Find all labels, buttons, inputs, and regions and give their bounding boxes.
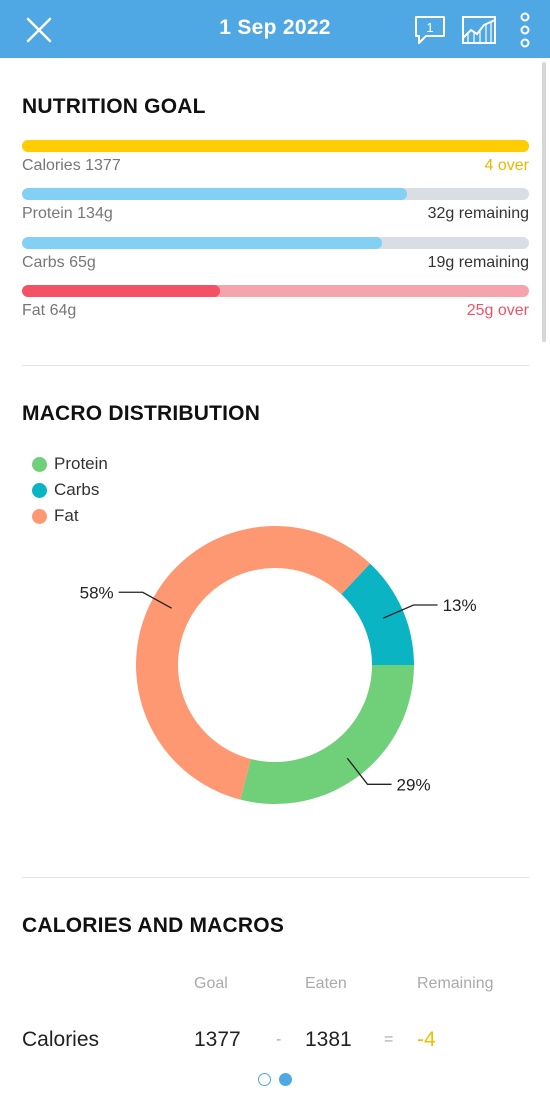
equals-operator: = <box>384 1031 394 1048</box>
data-label-protein: 29% <box>397 775 431 794</box>
legend-item-protein: Protein <box>32 451 108 477</box>
protein-bar-track <box>22 188 529 200</box>
chart-icon[interactable] <box>460 14 498 46</box>
legend-swatch-protein <box>32 456 47 472</box>
slice-protein <box>240 665 414 804</box>
calories-bar-fill <box>22 140 529 152</box>
goal-label: Carbs 65g <box>22 254 96 271</box>
calories-bar-track <box>22 140 529 152</box>
scrollbar[interactable] <box>542 62 546 342</box>
comment-count: 1 <box>426 20 433 35</box>
goal-status: 25g over <box>466 302 529 319</box>
column-header-remaining: Remaining <box>417 975 494 992</box>
data-label-fat: 58% <box>80 583 114 602</box>
more-icon[interactable] <box>514 12 536 48</box>
goal-label: Protein 134g <box>22 205 113 222</box>
calories-remaining-value: -4 <box>417 1028 436 1051</box>
chart-legend: Protein Carbs Fat <box>32 451 108 529</box>
carbs-bar-track <box>22 237 529 249</box>
calories-macros-title: CALORIES AND MACROS <box>22 914 285 937</box>
fat-bar-fill <box>22 285 220 297</box>
page-indicator <box>258 1073 300 1086</box>
carbs-bar-fill <box>22 237 382 249</box>
divider <box>22 877 529 878</box>
page-dot-1[interactable] <box>258 1073 271 1086</box>
goal-status: 4 over <box>484 157 529 174</box>
data-label-carbs: 13% <box>443 596 477 615</box>
comment-icon[interactable]: 1 <box>412 14 448 46</box>
column-header-goal: Goal <box>194 975 228 992</box>
protein-bar-fill <box>22 188 408 200</box>
macro-donut-chart: 13% 29% 58% <box>80 526 477 804</box>
macro-distribution-title: MACRO DISTRIBUTION <box>22 402 261 425</box>
calories-goal-value: 1377 <box>194 1028 241 1051</box>
row-label-calories: Calories <box>22 1028 100 1051</box>
page-dot-2[interactable] <box>279 1073 292 1086</box>
goal-label: Calories 1377 <box>22 157 121 174</box>
goal-label: Fat 64g <box>22 302 77 319</box>
fat-bar-track <box>22 285 529 297</box>
top-bar: 1 Sep 2022 1 <box>0 0 550 58</box>
goal-row-carbs: Carbs 65g 19g remaining <box>22 237 529 277</box>
goal-row-protein: Protein 134g 32g remaining <box>22 188 529 228</box>
divider <box>22 365 529 366</box>
goal-status: 19g remaining <box>427 254 529 271</box>
legend-swatch-carbs <box>32 482 47 498</box>
legend-label: Carbs <box>54 480 100 499</box>
minus-operator: - <box>276 1031 282 1048</box>
goal-row-calories: Calories 1377 4 over <box>22 140 529 180</box>
calories-eaten-value: 1381 <box>305 1028 352 1051</box>
column-header-eaten: Eaten <box>305 975 347 992</box>
goal-row-fat: Fat 64g 25g over <box>22 285 529 325</box>
legend-label: Protein <box>54 454 108 473</box>
legend-item-carbs: Carbs <box>32 477 108 503</box>
goal-status: 32g remaining <box>427 205 529 222</box>
nutrition-goal-title: NUTRITION GOAL <box>22 95 206 118</box>
